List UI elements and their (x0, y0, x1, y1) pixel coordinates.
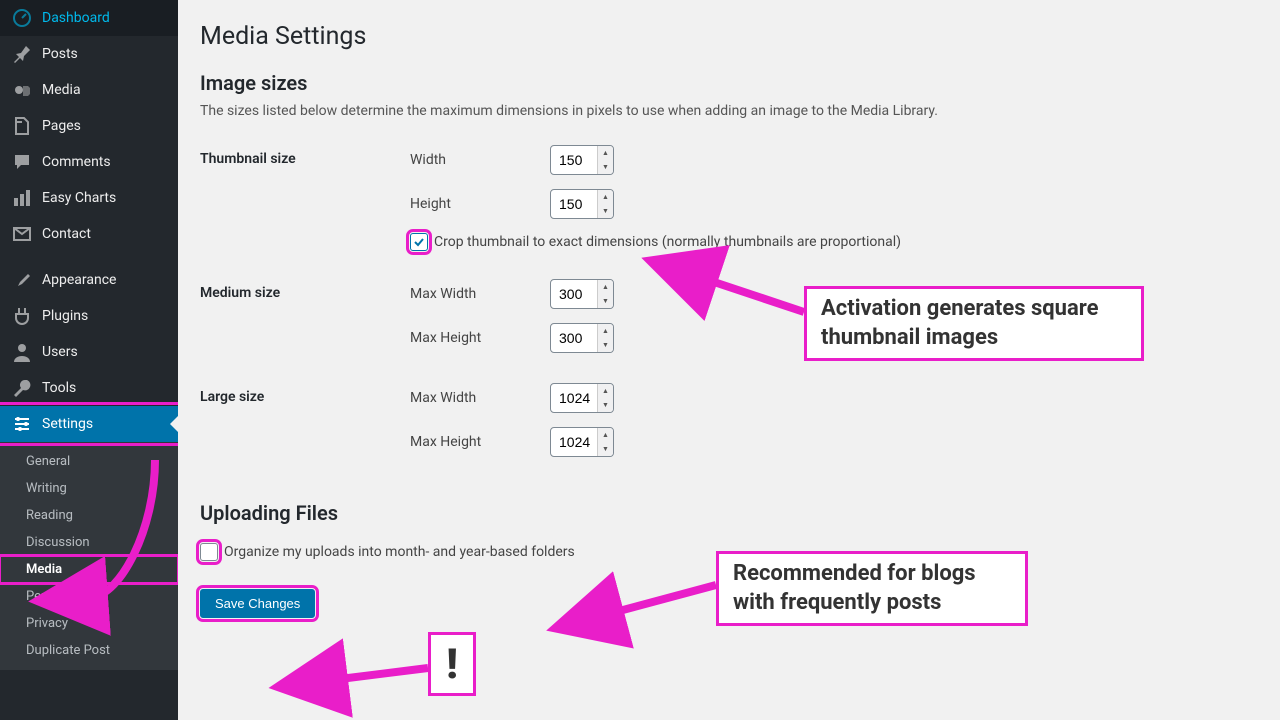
sidebar-label: Media (42, 82, 81, 98)
maxw-label: Max Width (410, 390, 550, 406)
sidebar-item-appearance[interactable]: Appearance (0, 262, 178, 298)
crop-label: Crop thumbnail to exact dimensions (norm… (434, 234, 901, 250)
sidebar-item-dashboard[interactable]: Dashboard (0, 0, 178, 36)
maxh-label: Max Height (410, 434, 550, 450)
sidebar-label: Easy Charts (42, 190, 116, 206)
page-icon (12, 116, 32, 136)
sidebar-label: Contact (42, 226, 91, 242)
settings-submenu: General Writing Reading Discussion Media… (0, 442, 178, 670)
sidebar-item-pages[interactable]: Pages (0, 108, 178, 144)
annotation-org: Recommended for blogs with frequently po… (716, 551, 1028, 626)
crop-checkbox[interactable] (410, 233, 428, 251)
sidebar-label: Tools (42, 380, 76, 396)
annotation-bang: ! (428, 632, 476, 696)
pin-icon (12, 44, 32, 64)
sidebar-item-easycharts[interactable]: Easy Charts (0, 180, 178, 216)
media-icon (12, 80, 32, 100)
sidebar-label: Users (42, 344, 78, 360)
sidebar-item-comments[interactable]: Comments (0, 144, 178, 180)
comment-icon (12, 152, 32, 172)
submenu-writing[interactable]: Writing (0, 475, 178, 502)
user-icon (12, 342, 32, 362)
brush-icon (12, 270, 32, 290)
page-title: Media Settings (200, 22, 969, 51)
spinner-icon[interactable]: ▲▼ (597, 324, 613, 352)
maxh-label: Max Height (410, 330, 550, 346)
sidebar-label: Posts (42, 46, 78, 62)
save-button[interactable]: Save Changes (200, 589, 315, 618)
organize-checkbox[interactable] (200, 543, 218, 561)
maxw-label: Max Width (410, 286, 550, 302)
sidebar-item-plugins[interactable]: Plugins (0, 298, 178, 334)
submenu-media[interactable]: Media (0, 556, 178, 583)
sidebar-label: Plugins (42, 308, 88, 324)
sliders-icon (12, 414, 32, 434)
submenu-reading[interactable]: Reading (0, 502, 178, 529)
section-image-sizes: Image sizes (200, 71, 969, 95)
submenu-privacy[interactable]: Privacy (0, 610, 178, 637)
height-label: Height (410, 196, 550, 212)
submenu-general[interactable]: General (0, 448, 178, 475)
sidebar-item-users[interactable]: Users (0, 334, 178, 370)
sidebar-label: Pages (42, 118, 81, 134)
submenu-permalinks[interactable]: Permalinks (0, 583, 178, 610)
mail-icon (12, 224, 32, 244)
sidebar-label: Comments (42, 154, 111, 170)
sidebar-item-tools[interactable]: Tools (0, 370, 178, 406)
sidebar-label: Appearance (42, 272, 116, 288)
spinner-icon[interactable]: ▲▼ (597, 190, 613, 218)
sidebar-label: Dashboard (42, 10, 110, 26)
sidebar-label: Settings (42, 416, 93, 432)
width-label: Width (410, 152, 550, 168)
section-uploading: Uploading Files (200, 501, 969, 525)
organize-label: Organize my uploads into month- and year… (224, 544, 575, 560)
chart-icon (12, 188, 32, 208)
image-sizes-desc: The sizes listed below determine the max… (200, 103, 969, 119)
annotation-crop: Activation generates square thumbnail im… (804, 286, 1144, 361)
submenu-discussion[interactable]: Discussion (0, 529, 178, 556)
wrench-icon (12, 378, 32, 398)
sidebar-item-settings[interactable]: Settings (0, 406, 178, 442)
admin-sidebar: Dashboard Posts Media Pages Comments Eas… (0, 0, 178, 720)
spinner-icon[interactable]: ▲▼ (597, 384, 613, 412)
plug-icon (12, 306, 32, 326)
large-row-label: Large size (200, 375, 410, 479)
spinner-icon[interactable]: ▲▼ (597, 146, 613, 174)
dashboard-icon (12, 8, 32, 28)
medium-row-label: Medium size (200, 271, 410, 375)
sidebar-item-contact[interactable]: Contact (0, 216, 178, 252)
sidebar-item-posts[interactable]: Posts (0, 36, 178, 72)
sidebar-item-media[interactable]: Media (0, 72, 178, 108)
thumb-row-label: Thumbnail size (200, 137, 410, 271)
spinner-icon[interactable]: ▲▼ (597, 280, 613, 308)
submenu-duplicatepost[interactable]: Duplicate Post (0, 637, 178, 664)
spinner-icon[interactable]: ▲▼ (597, 428, 613, 456)
